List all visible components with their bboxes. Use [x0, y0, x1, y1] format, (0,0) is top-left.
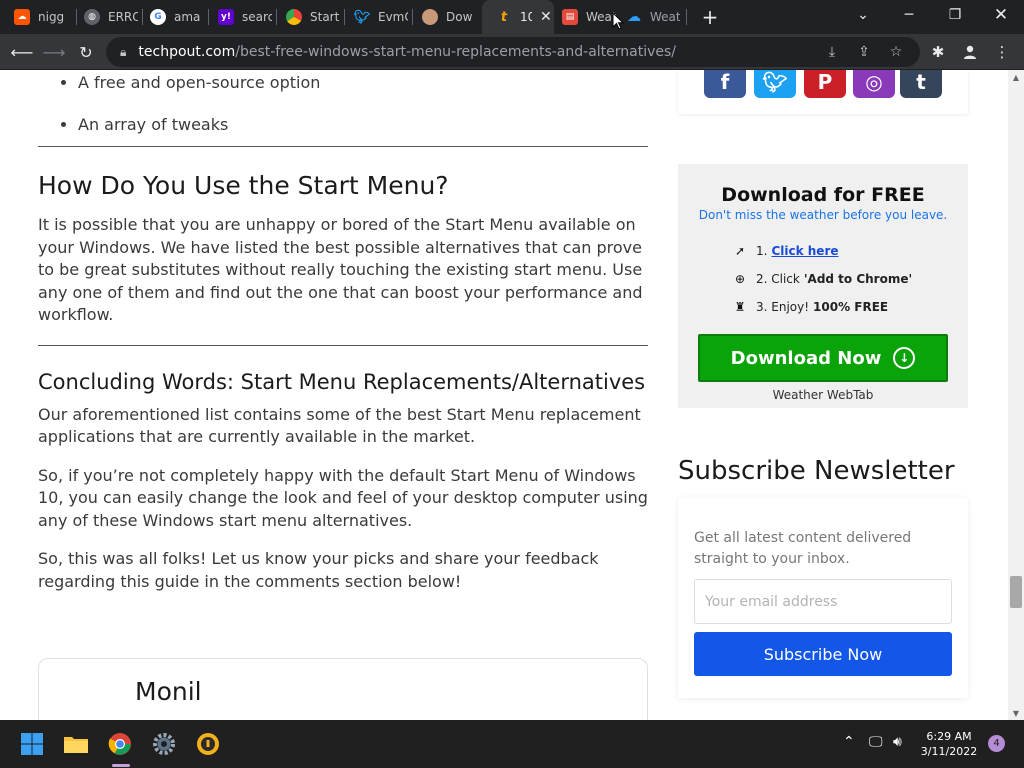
lock-icon[interactable]: 🔒︎	[120, 45, 126, 60]
download-arrow-icon: ↓	[893, 347, 916, 369]
tab-5[interactable]: Start	[272, 0, 342, 34]
instagram-icon[interactable]: ◎	[853, 70, 895, 98]
ad-subtitle: Don't miss the weather before you leave.	[698, 208, 948, 222]
social-share-box: f 🐦︎ P ◎ t	[678, 70, 968, 114]
chrome-icon[interactable]	[104, 728, 136, 760]
scroll-up-arrow-icon[interactable]: ▲	[1008, 70, 1024, 84]
extensions-puzzle-icon[interactable]: ✱	[926, 40, 950, 64]
list-item: An array of tweaks	[78, 114, 650, 136]
volume-icon[interactable]: 🔊︎	[893, 734, 902, 750]
soundcloud-icon: ☁	[14, 9, 30, 25]
weather-icon: ▤	[562, 9, 578, 25]
ad-step-2: ⊕ 2. Click 'Add to Chrome'	[732, 270, 912, 288]
minimize-icon[interactable]: ─	[886, 0, 932, 30]
tab-search-icon[interactable]: ⌄	[840, 0, 886, 30]
ad-title: Download for FREE	[721, 184, 925, 206]
profile-icon[interactable]	[958, 40, 982, 64]
network-icon[interactable]: 🖵︎	[869, 734, 883, 750]
mouse-pointer-icon	[612, 12, 624, 30]
twitter-icon: 🐦︎	[353, 9, 371, 25]
twitter-icon[interactable]: 🐦︎	[754, 70, 796, 98]
avatar-icon	[422, 9, 438, 25]
tab-1[interactable]: ☁ nigg	[0, 0, 76, 34]
forward-icon[interactable]: ⟶	[42, 40, 66, 64]
author-name: Monil	[135, 677, 202, 706]
file-explorer-icon[interactable]	[60, 728, 92, 760]
paragraph: It is possible that you are unhappy or b…	[38, 215, 643, 324]
address-bar[interactable]: 🔒︎ techpout.com /best-free-windows-start…	[106, 37, 920, 67]
back-icon[interactable]: ⟵	[10, 40, 34, 64]
tab-9[interactable]: ▤ Weat	[548, 0, 622, 34]
paragraph: So, if you’re not completely happy with …	[38, 465, 648, 530]
trophy-icon: ♜	[734, 300, 746, 314]
show-hidden-icons-chevron-icon[interactable]: ⌃	[843, 734, 855, 750]
ad-footer: Weather WebTab	[772, 388, 874, 402]
email-field[interactable]	[694, 579, 952, 624]
newsletter-box: Get all latest content delivered straigh…	[678, 498, 968, 698]
system-clock[interactable]: 6:29 AM 3/11/2022	[916, 729, 982, 759]
list-item: A free and open-source option	[78, 72, 650, 94]
heading-concluding-words: Concluding Words: Start Menu Replacement…	[38, 369, 646, 394]
url-path: /best-free-windows-start-menu-replacemen…	[235, 44, 677, 60]
divider	[38, 344, 648, 346]
tab-2[interactable]: ◍ ERRO	[70, 0, 140, 34]
web-page: A free and open-source option An array o…	[0, 70, 1024, 720]
restore-icon[interactable]: ❐	[932, 0, 978, 30]
tab-6[interactable]: 🐦︎ EvmC	[340, 0, 410, 34]
extension-add-icon: ⊕	[734, 272, 746, 286]
paragraph: So, this was all folks! Let us know your…	[38, 549, 599, 591]
page-scrollbar[interactable]: ▲ ▼	[1008, 70, 1024, 720]
tumblr-icon[interactable]: t	[900, 70, 942, 98]
scrollbar-thumb[interactable]	[1010, 576, 1022, 608]
google-icon: G	[150, 9, 166, 25]
divider	[38, 146, 648, 147]
techpout-icon: t	[500, 9, 508, 25]
new-tab-button[interactable]: +	[698, 5, 722, 29]
newsletter-title: Subscribe Newsletter	[678, 456, 955, 486]
yahoo-icon: y!	[218, 9, 234, 25]
menu-kebab-icon[interactable]: ⋮	[990, 40, 1014, 64]
tab-strip: ☁ nigg ◍ ERRO G ama y! searc Start 🐦︎ Ev…	[0, 0, 1024, 34]
tab-separator	[686, 9, 687, 25]
tab-7[interactable]: Dow	[408, 0, 480, 34]
browser-toolbar: ⟵ ⟶ ↻ 🔒︎ techpout.com /best-free-windows…	[0, 34, 1024, 70]
tab-8-active[interactable]: t 10 ✕	[482, 0, 554, 34]
share-icon[interactable]: ⇪	[856, 44, 872, 60]
author-box: Monil	[38, 658, 648, 720]
bookmark-star-icon[interactable]: ☆	[888, 44, 904, 60]
heading-how-to-use: How Do You Use the Start Menu?	[38, 171, 449, 200]
globe-icon: ◍	[84, 9, 100, 25]
newsletter-text: Get all latest content delivered straigh…	[694, 530, 912, 567]
chrome-web-store-icon	[286, 9, 302, 25]
tab-3[interactable]: G ama	[136, 0, 206, 34]
reload-icon[interactable]: ↻	[74, 40, 98, 64]
windows-taskbar: ⌃ 🖵︎ 🔊︎ 6:29 AM 3/11/2022 4	[0, 720, 1024, 768]
paragraph: Our aforementioned list contains some of…	[38, 404, 641, 447]
url-host: techpout.com	[138, 44, 236, 60]
tab-4[interactable]: y! searc	[204, 0, 274, 34]
ad-step-3: ♜ 3. Enjoy! 100% FREE	[732, 298, 889, 316]
download-now-button[interactable]: Download Now ↓	[698, 334, 948, 382]
click-here-link[interactable]: Click here	[771, 244, 838, 258]
feature-list: A free and open-source option An array o…	[78, 72, 650, 136]
weather-ad-banner[interactable]: Download for FREE Don't miss the weather…	[678, 164, 968, 408]
settings-gear-icon[interactable]	[148, 728, 180, 760]
notification-badge[interactable]: 4	[988, 735, 1005, 752]
vpn-shield-icon[interactable]	[192, 728, 224, 760]
weather-cloud-icon: ☁	[627, 9, 641, 25]
subscribe-button[interactable]: Subscribe Now	[694, 632, 952, 676]
cursor-click-icon: ➚	[734, 244, 746, 258]
article-content: A free and open-source option An array o…	[38, 70, 650, 609]
scroll-down-arrow-icon[interactable]: ▼	[1008, 706, 1024, 720]
active-app-indicator	[112, 764, 130, 767]
facebook-icon[interactable]: f	[704, 70, 746, 98]
ad-step-1: ➚ 1. Click here	[732, 242, 839, 260]
windows-start-icon[interactable]	[16, 728, 48, 760]
install-app-icon[interactable]: ⤓	[824, 44, 840, 60]
close-window-icon[interactable]: ✕	[978, 0, 1024, 30]
pinterest-icon[interactable]: P	[804, 70, 846, 98]
